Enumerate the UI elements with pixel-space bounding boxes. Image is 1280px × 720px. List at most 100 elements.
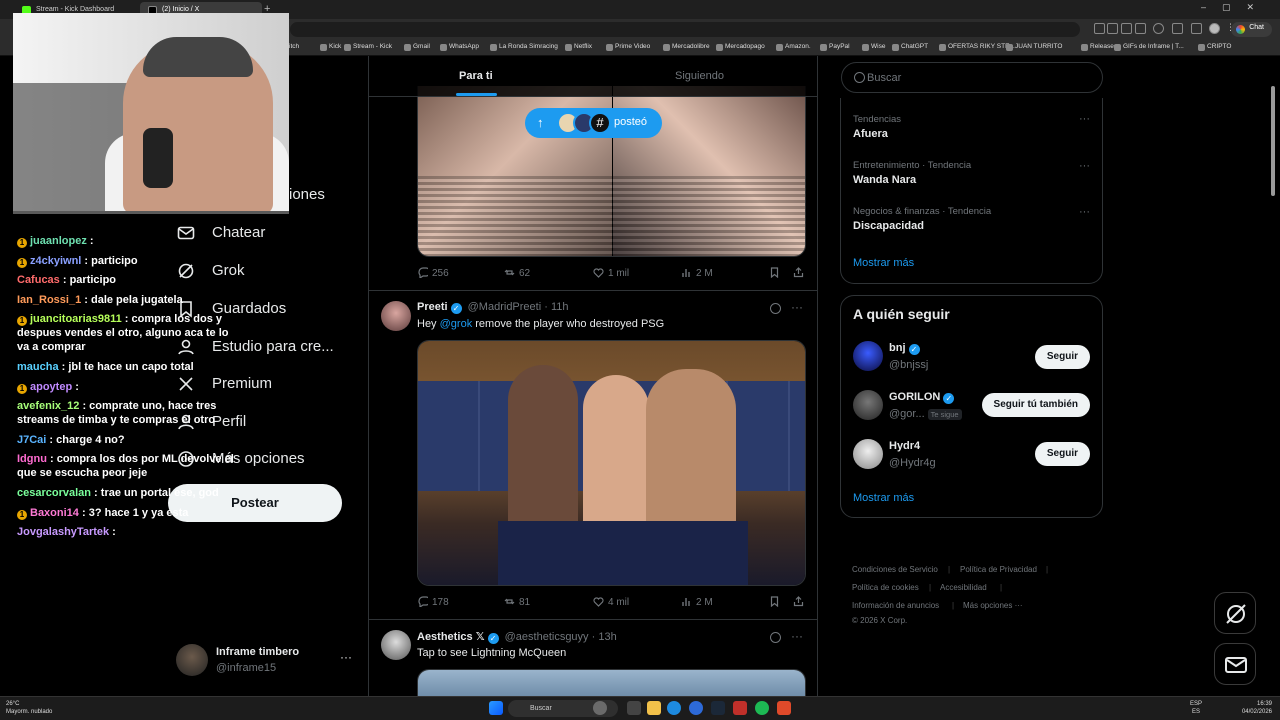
bookmark-button[interactable]	[769, 267, 784, 279]
repost-button[interactable]: 62	[504, 267, 530, 279]
chat-username[interactable]: Ian_Rossi_1	[17, 294, 81, 306]
bookmark[interactable]: PayPal	[820, 43, 850, 51]
chat-username[interactable]: juancitoarias9811	[30, 313, 122, 325]
more-icon[interactable]: ···	[791, 629, 803, 643]
like-button[interactable]: 4 mil	[593, 596, 629, 608]
bookmark[interactable]: Kick	[320, 43, 341, 51]
bookmark-button[interactable]	[769, 596, 784, 608]
user-name[interactable]: Hydr4	[889, 440, 920, 452]
bookmark[interactable]: Netflix	[565, 43, 592, 51]
grok-button[interactable]	[1214, 592, 1256, 634]
chat-username[interactable]: Idgnu	[17, 453, 47, 465]
more-icon[interactable]: ···	[791, 300, 803, 314]
steam-icon[interactable]	[711, 701, 725, 715]
clock[interactable]: 16:39 04/02/2026	[1242, 700, 1272, 716]
chat-username[interactable]: cesarcorvalan	[17, 487, 91, 499]
avatar[interactable]	[853, 390, 883, 420]
like-button[interactable]: 1 mil	[593, 267, 629, 279]
trend-name[interactable]: Discapacidad	[853, 220, 924, 232]
post-time[interactable]: · 13h	[592, 631, 617, 643]
bookmark[interactable]: CRIPTO	[1198, 43, 1231, 51]
bookmark[interactable]: JUAN TURRITO	[1006, 43, 1062, 51]
tab-siguiendo[interactable]: Siguiendo	[675, 70, 724, 82]
profile-avatar[interactable]	[1209, 23, 1220, 34]
author-handle[interactable]: @aestheticsguyy	[505, 631, 589, 643]
avatar[interactable]	[853, 439, 883, 469]
extension-icon[interactable]	[1153, 23, 1164, 34]
chat-username[interactable]: J7Cai	[17, 434, 46, 446]
chat-username[interactable]: apoytep	[30, 381, 72, 393]
bookmark[interactable]: Prime Video	[606, 43, 650, 51]
bookmark[interactable]: Amazon.	[776, 43, 811, 51]
trend-name[interactable]: Afuera	[853, 128, 888, 140]
show-more-link[interactable]: Mostrar más	[853, 257, 914, 269]
user-name[interactable]: GORILON ✓	[889, 391, 957, 404]
bookmark[interactable]: GIFs de Inframe | T...	[1114, 43, 1184, 51]
follow-back-button[interactable]: Seguir tú también	[981, 393, 1090, 417]
post-image[interactable]	[417, 340, 806, 586]
start-icon[interactable]	[489, 701, 503, 715]
footer-link[interactable]: Información de anuncios	[852, 601, 939, 610]
bookmark[interactable]: OFERTAS RIKY STE...	[939, 43, 1015, 51]
account-switcher[interactable]: Inframe timbero @inframe15 ···	[176, 644, 356, 678]
bookmark[interactable]: Mercadopago	[716, 43, 765, 51]
messages-button[interactable]	[1214, 643, 1256, 685]
window-controls[interactable]: –▢✕	[1201, 2, 1270, 13]
reply-button[interactable]: 256	[417, 267, 449, 279]
grok-icon[interactable]	[770, 632, 781, 643]
chat-username[interactable]: JovgalashyTartek	[17, 526, 109, 538]
bookmark[interactable]: La Ronda Simracing	[490, 43, 558, 51]
chat-button[interactable]: Chat	[1231, 22, 1272, 37]
puzzle-icon[interactable]	[1172, 23, 1183, 34]
new-posts-pill[interactable]: ↑ # posteó	[525, 108, 662, 138]
avatar[interactable]	[853, 341, 883, 371]
post-time[interactable]: · 11h	[544, 301, 568, 313]
star-icon[interactable]	[1135, 23, 1146, 34]
nav-item-notificaciones[interactable]: iones	[289, 186, 325, 203]
app-icon[interactable]	[733, 701, 747, 715]
repost-button[interactable]: 81	[504, 596, 530, 608]
share-button[interactable]	[793, 267, 808, 279]
avatar[interactable]	[381, 301, 411, 331]
footer-link[interactable]: Política de Privacidad	[960, 565, 1037, 574]
chat-username[interactable]: avefenix_12	[17, 400, 79, 412]
scrollbar-thumb[interactable]	[1271, 86, 1275, 196]
post-image[interactable]	[417, 669, 806, 696]
author-name[interactable]: Preeti	[417, 301, 448, 313]
share-button[interactable]	[793, 596, 808, 608]
footer-link[interactable]: Política de cookies	[852, 583, 919, 592]
scrollbar[interactable]	[1270, 58, 1276, 694]
show-more-link[interactable]: Mostrar más	[853, 492, 914, 504]
more-icon[interactable]: ···	[1079, 206, 1090, 218]
follow-button[interactable]: Seguir	[1034, 345, 1090, 369]
bookmark[interactable]: Gmail	[404, 43, 430, 51]
user-name[interactable]: bnj ✓	[889, 342, 923, 355]
bookmark[interactable]: ChatGPT	[892, 43, 928, 51]
url-field[interactable]	[290, 22, 1080, 37]
search-input[interactable]: Buscar	[841, 62, 1103, 93]
avatar[interactable]	[381, 630, 411, 660]
chrome-icon[interactable]	[689, 701, 703, 715]
chat-username[interactable]: z4ckyiwnl	[30, 255, 81, 267]
grok-icon[interactable]	[770, 303, 781, 314]
reply-button[interactable]: 178	[417, 596, 449, 608]
download-icon[interactable]	[1191, 23, 1202, 34]
bookmark[interactable]: Releases	[1081, 43, 1117, 51]
taskview-icon[interactable]	[627, 701, 641, 715]
bookmark[interactable]: Mercadolibre	[663, 43, 710, 51]
views-button[interactable]: 2 M	[681, 267, 713, 279]
footer-link[interactable]: Condiciones de Servicio	[852, 565, 938, 574]
footer-link[interactable]: Más opciones ···	[963, 601, 1023, 610]
tab-para-ti[interactable]: Para ti	[459, 70, 493, 82]
footer-link[interactable]: Accesibilidad	[940, 583, 987, 592]
app-icon[interactable]	[593, 701, 607, 715]
author-handle[interactable]: @MadridPreeti	[468, 301, 542, 313]
chat-username[interactable]: Baxoni14	[30, 507, 79, 519]
bookmark[interactable]: Wise	[862, 43, 885, 51]
translate-icon[interactable]	[1094, 23, 1105, 34]
zoom-icon[interactable]	[1107, 23, 1118, 34]
language-indicator[interactable]: ESP ES	[1190, 700, 1202, 716]
chat-username[interactable]: juaanlopez	[30, 235, 87, 247]
chat-username[interactable]: Cafucas	[17, 274, 60, 286]
trend-name[interactable]: Wanda Nara	[853, 174, 916, 186]
